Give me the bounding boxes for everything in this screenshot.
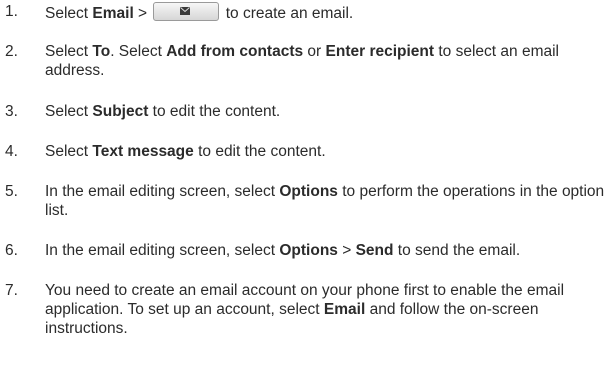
envelope-icon	[180, 7, 191, 15]
step-text: Select Email > to create an email.	[45, 2, 605, 23]
text-run-bold: Subject	[92, 103, 149, 120]
step-text: Select Text message to edit the content.	[45, 142, 605, 161]
text-run-bold: Text message	[92, 143, 194, 160]
text-run: Select	[45, 43, 93, 60]
text-run: In the email editing screen, select	[45, 242, 280, 259]
text-run: . Select	[110, 43, 167, 60]
text-run-bold: Add from contacts	[166, 43, 304, 60]
text-run: Select	[45, 103, 93, 120]
text-run-bold: Email	[323, 301, 366, 318]
text-run-bold: Options	[279, 183, 338, 200]
text-run: to edit the content.	[148, 103, 281, 120]
step-number: 7.	[5, 282, 18, 299]
text-run-bold: Enter recipient	[325, 43, 435, 60]
step-text: Select Subject to edit the content.	[45, 102, 605, 121]
step-number: 5.	[5, 183, 18, 200]
step-text: You need to create an email account on y…	[45, 281, 605, 338]
step-number: 2.	[5, 43, 18, 60]
text-run: >	[133, 5, 152, 22]
text-run: to send the email.	[393, 242, 521, 259]
text-run: >	[337, 242, 356, 259]
text-run-bold: Send	[355, 242, 394, 259]
text-run: Select	[45, 143, 93, 160]
step-text: Select To. Select Add from contacts or E…	[45, 42, 605, 80]
text-run: to create an email.	[221, 5, 354, 22]
text-run: or	[303, 43, 326, 60]
step-number: 1.	[5, 3, 18, 20]
step-text: In the email editing screen, select Opti…	[45, 241, 605, 260]
text-run-bold: Options	[279, 242, 338, 259]
text-run: Select	[45, 5, 93, 22]
text-run-bold: Email	[92, 5, 134, 22]
text-run: In the email editing screen, select	[45, 183, 280, 200]
email-button-icon	[153, 2, 220, 21]
step-number: 6.	[5, 242, 18, 259]
step-number: 4.	[5, 143, 18, 160]
step-number: 3.	[5, 103, 18, 120]
text-run: to edit the content.	[193, 143, 326, 160]
text-run-bold: To	[92, 43, 111, 60]
step-text: In the email editing screen, select Opti…	[45, 182, 605, 220]
